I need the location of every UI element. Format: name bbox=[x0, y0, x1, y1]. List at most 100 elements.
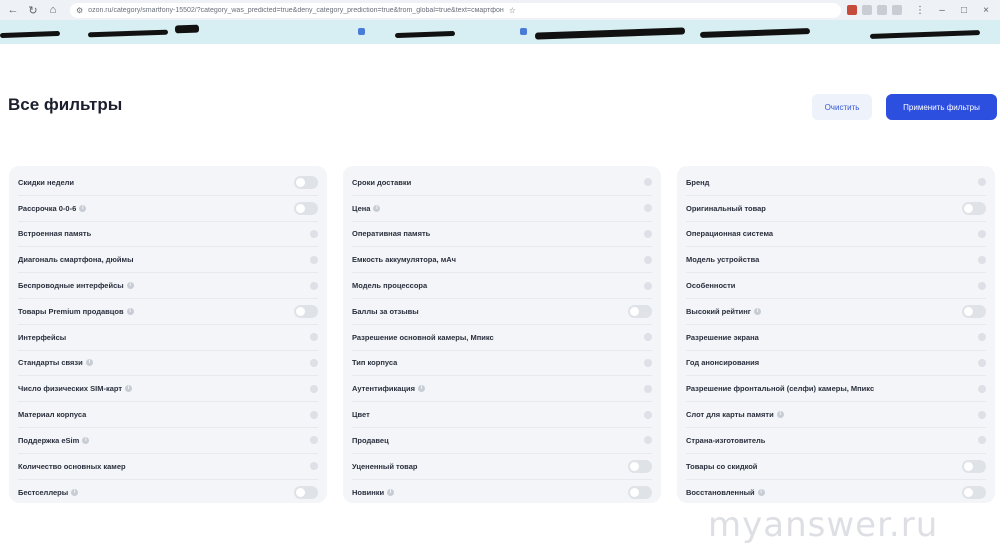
bookmark-icon[interactable] bbox=[520, 28, 527, 35]
info-icon[interactable]: i bbox=[125, 385, 133, 393]
filter-row[interactable]: Модель процессора bbox=[352, 273, 652, 299]
expand-icon[interactable] bbox=[310, 333, 318, 342]
filter-row[interactable]: Разрешение основной камеры, Мпикс bbox=[352, 325, 652, 351]
expand-icon[interactable] bbox=[644, 358, 652, 367]
filter-row[interactable]: Высокий рейтинг i bbox=[686, 299, 986, 325]
profile-icon[interactable] bbox=[892, 5, 902, 15]
filter-row[interactable]: Аутентификация i bbox=[352, 376, 652, 403]
info-icon[interactable]: i bbox=[79, 204, 87, 212]
filter-row[interactable]: Стандарты связи i bbox=[18, 351, 318, 377]
home-icon[interactable]: ⌂ bbox=[46, 3, 60, 17]
info-icon[interactable]: i bbox=[126, 282, 134, 290]
filter-row[interactable]: Страна-изготовитель bbox=[686, 428, 986, 454]
toggle-switch[interactable] bbox=[628, 485, 652, 499]
toggle-switch[interactable] bbox=[962, 459, 986, 473]
filter-row[interactable]: Товары со скидкой bbox=[686, 454, 986, 480]
filter-row[interactable]: Уцененный товар bbox=[352, 454, 652, 480]
filter-row[interactable]: Особенности bbox=[686, 273, 986, 299]
info-icon[interactable]: i bbox=[85, 359, 93, 367]
filter-row[interactable]: Диагональ смартфона, дюймы bbox=[18, 247, 318, 274]
toggle-switch[interactable] bbox=[628, 459, 652, 473]
reload-icon[interactable]: ↻ bbox=[26, 3, 40, 17]
bookmark-star-icon[interactable]: ☆ bbox=[509, 6, 516, 15]
expand-icon[interactable] bbox=[978, 410, 986, 419]
toggle-switch[interactable] bbox=[294, 485, 318, 499]
toggle-switch[interactable] bbox=[294, 304, 318, 318]
filter-row[interactable]: Число физических SIM-карт i bbox=[18, 376, 318, 403]
filter-row[interactable]: Восстановленный i bbox=[686, 480, 986, 506]
filter-row[interactable]: Сроки доставки bbox=[352, 170, 652, 196]
filter-row[interactable]: Тип корпуса bbox=[352, 351, 652, 377]
expand-icon[interactable] bbox=[310, 229, 318, 238]
info-icon[interactable]: i bbox=[418, 385, 426, 393]
expand-icon[interactable] bbox=[978, 281, 986, 290]
filter-row[interactable]: Цвет bbox=[352, 402, 652, 428]
expand-icon[interactable] bbox=[978, 255, 986, 264]
info-icon[interactable]: i bbox=[387, 488, 395, 496]
expand-icon[interactable] bbox=[644, 281, 652, 290]
filter-row[interactable]: Операционная система bbox=[686, 222, 986, 248]
info-icon[interactable]: i bbox=[757, 488, 765, 496]
filter-row[interactable]: Модель устройства bbox=[686, 247, 986, 274]
filter-row[interactable]: Материал корпуса bbox=[18, 402, 318, 428]
filter-row[interactable]: Емкость аккумулятора, мАч bbox=[352, 247, 652, 274]
filter-row[interactable]: Цена i bbox=[352, 196, 652, 222]
filter-row[interactable]: Оперативная память bbox=[352, 222, 652, 248]
expand-icon[interactable] bbox=[644, 255, 652, 264]
filter-row[interactable]: Бестселлеры i bbox=[18, 480, 318, 506]
extension-icon[interactable] bbox=[877, 5, 887, 15]
filter-row[interactable]: Товары Premium продавцов i bbox=[18, 299, 318, 325]
filter-row[interactable]: Продавец bbox=[352, 428, 652, 454]
apply-filters-button[interactable]: Применить фильтры bbox=[886, 94, 997, 120]
expand-icon[interactable] bbox=[978, 358, 986, 367]
expand-icon[interactable] bbox=[978, 229, 986, 238]
toggle-switch[interactable] bbox=[962, 485, 986, 499]
expand-icon[interactable] bbox=[310, 436, 318, 445]
expand-icon[interactable] bbox=[644, 384, 652, 393]
expand-icon[interactable] bbox=[978, 384, 986, 393]
filter-row[interactable]: Год анонсирования bbox=[686, 351, 986, 377]
expand-icon[interactable] bbox=[644, 410, 652, 419]
expand-icon[interactable] bbox=[644, 436, 652, 445]
clear-button[interactable]: Очистить bbox=[812, 94, 872, 120]
info-icon[interactable]: i bbox=[71, 488, 79, 496]
back-icon[interactable]: ← bbox=[6, 3, 20, 17]
filter-row[interactable]: Беспроводные интерфейсы i bbox=[18, 273, 318, 299]
filter-row[interactable]: Слот для карты памяти i bbox=[686, 402, 986, 428]
filter-row[interactable]: Рассрочка 0-0-6 i bbox=[18, 196, 318, 222]
expand-icon[interactable] bbox=[310, 358, 318, 367]
site-info-icon[interactable]: ⚙ bbox=[76, 6, 83, 15]
expand-icon[interactable] bbox=[978, 436, 986, 445]
expand-icon[interactable] bbox=[644, 333, 652, 342]
filter-row[interactable]: Поддержка eSim i bbox=[18, 428, 318, 454]
toggle-switch[interactable] bbox=[962, 304, 986, 318]
info-icon[interactable]: i bbox=[126, 307, 134, 315]
expand-icon[interactable] bbox=[644, 204, 652, 213]
filter-row[interactable]: Разрешение фронтальной (селфи) камеры, М… bbox=[686, 376, 986, 403]
expand-icon[interactable] bbox=[310, 281, 318, 290]
extension-icon[interactable] bbox=[847, 5, 857, 15]
menu-icon[interactable]: ⋮ bbox=[912, 5, 928, 16]
minimize-icon[interactable]: – bbox=[934, 5, 950, 16]
toggle-switch[interactable] bbox=[294, 201, 318, 215]
toggle-switch[interactable] bbox=[294, 175, 318, 189]
filter-row[interactable]: Интерфейсы bbox=[18, 325, 318, 351]
expand-icon[interactable] bbox=[644, 229, 652, 238]
expand-icon[interactable] bbox=[978, 178, 986, 187]
extension-icon[interactable] bbox=[862, 5, 872, 15]
expand-icon[interactable] bbox=[310, 462, 318, 471]
info-icon[interactable]: i bbox=[373, 204, 381, 212]
expand-icon[interactable] bbox=[978, 333, 986, 342]
info-icon[interactable]: i bbox=[82, 436, 90, 444]
expand-icon[interactable] bbox=[310, 384, 318, 393]
filter-row[interactable]: Оригинальный товар bbox=[686, 196, 986, 222]
filter-row[interactable]: Бренд bbox=[686, 170, 986, 196]
expand-icon[interactable] bbox=[644, 178, 652, 187]
info-icon[interactable]: i bbox=[776, 411, 784, 419]
toggle-switch[interactable] bbox=[962, 201, 986, 215]
bookmark-icon[interactable] bbox=[358, 28, 365, 35]
filter-row[interactable]: Разрешение экрана bbox=[686, 325, 986, 351]
address-bar[interactable]: ⚙ ozon.ru/category/smartfony-15502/?cate… bbox=[70, 2, 841, 18]
filter-row[interactable]: Новинки i bbox=[352, 480, 652, 506]
expand-icon[interactable] bbox=[310, 410, 318, 419]
